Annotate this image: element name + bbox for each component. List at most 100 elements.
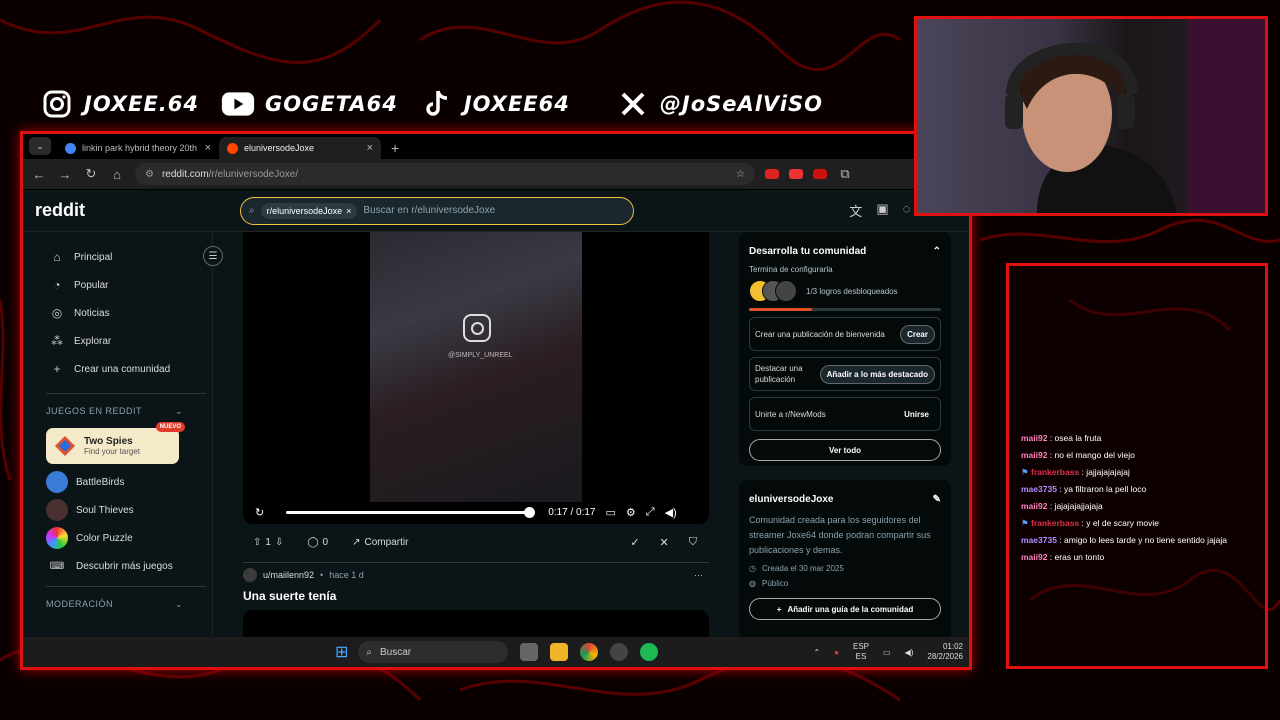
bookmark-star-icon[interactable]: ☆ [736, 169, 745, 180]
share-button[interactable]: ↗ Compartir [346, 534, 414, 551]
chrome-icon[interactable] [580, 643, 599, 661]
comments-button[interactable]: ◯ 0 [301, 534, 334, 551]
chat-icon[interactable]: ◌ [903, 201, 911, 220]
microphone-icon[interactable]: ● [834, 648, 839, 657]
post-media[interactable] [243, 610, 709, 637]
share-icon: ↗ [352, 536, 361, 548]
obs-icon[interactable] [610, 643, 629, 661]
volume-icon[interactable]: ◀) [905, 648, 914, 657]
language-indicator[interactable]: ESP ES [853, 642, 869, 662]
network-icon[interactable]: ▭ [883, 648, 891, 657]
collapse-sidebar-button[interactable]: ☰ [203, 246, 223, 266]
post-author[interactable]: u/maiilenn92 [263, 570, 314, 580]
ads-icon[interactable]: ▣ [876, 201, 888, 220]
sidebar-item-crear-comunidad[interactable]: + Crear una comunidad [23, 355, 212, 383]
close-tab-icon[interactable]: × [205, 142, 211, 154]
task-welcome-post: Crear una publicación de bienvenida Crea… [749, 317, 941, 351]
achievement-badges [749, 280, 797, 302]
card-title: Desarrolla tu comunidad [749, 246, 867, 257]
video-time: 0:17 / 0:17 [548, 506, 596, 518]
game-item[interactable]: Color Puzzle [23, 524, 212, 552]
chip-close-icon[interactable]: × [346, 206, 351, 216]
volume-icon[interactable]: ◀) [665, 506, 677, 519]
site-info-icon[interactable]: ⚙ [145, 169, 154, 180]
create-button[interactable]: Crear [900, 324, 935, 344]
chat-text: : eras un tonto [1047, 552, 1105, 562]
game-label: Soul Thieves [76, 504, 134, 516]
sidebar-item-label: Popular [74, 279, 109, 291]
replay-icon[interactable]: ↻ [255, 506, 264, 519]
view-all-button[interactable]: Ver todo [749, 439, 941, 461]
youtube-handle: GOGETA64 [265, 92, 398, 116]
x-handle: @JoSeAlViSO [659, 92, 823, 116]
task-view-icon[interactable] [520, 643, 539, 661]
add-highlight-button[interactable]: Añadir a lo más destacado [819, 364, 935, 384]
sidebar-item-principal[interactable]: ⌂ Principal [23, 243, 212, 271]
home-icon[interactable]: ⌂ [109, 167, 125, 182]
shield-icon[interactable]: ⛉ [689, 536, 697, 549]
remove-icon[interactable]: ✕ [660, 536, 669, 549]
games-section-header[interactable]: JUEGOS EN REDDIT ⌄ [23, 406, 183, 420]
approve-icon[interactable]: ✓ [630, 536, 639, 549]
back-icon[interactable]: ← [31, 167, 47, 182]
fullscreen-icon[interactable]: ⤢ [646, 506, 655, 519]
settings-gear-icon[interactable]: ⚙ [626, 506, 636, 519]
achievements-row: 1/3 logros desbloqueados [749, 280, 941, 302]
windows-start-icon[interactable]: ⊞ [335, 642, 348, 662]
forward-icon[interactable]: → [57, 167, 73, 182]
vote-count: 1 [265, 536, 271, 548]
tab-reddit[interactable]: eluniversodeJoxe × [219, 137, 381, 159]
battlebirds-icon [46, 471, 68, 493]
reddit-logo[interactable]: reddit [35, 200, 240, 221]
more-options-icon[interactable]: ··· [694, 570, 703, 580]
featured-game-card[interactable]: Two Spies Find your target NUEVO [46, 422, 185, 464]
windows-taskbar: ⊞ ⌕ Buscar ⌃ ● ESP ES ▭ ◀) 01:02 28/2/2026 [23, 637, 969, 667]
chat-username: frankerbass [1030, 467, 1080, 477]
video-progress-bar[interactable] [286, 506, 536, 518]
cake-icon: ◷ [749, 564, 756, 573]
edit-pencil-icon[interactable]: ✎ [933, 494, 941, 505]
reddit-icon [227, 142, 238, 154]
avatar[interactable] [243, 568, 257, 582]
discover-games-link[interactable]: ⌨ Descubrir más juegos [23, 552, 212, 580]
close-tab-icon[interactable]: × [367, 142, 373, 154]
spotify-icon[interactable] [640, 643, 659, 661]
soul-thieves-icon [46, 499, 68, 521]
add-guide-button[interactable]: + Añadir una guía de la comunidad [749, 598, 941, 620]
game-item[interactable]: Soul Thieves [23, 496, 212, 524]
sidebar-item-explorar[interactable]: ⁂ Explorar [23, 327, 212, 355]
extension-icon[interactable] [789, 169, 803, 179]
clock[interactable]: 01:02 28/2/2026 [927, 642, 963, 662]
post-title[interactable]: Una suerte tenía [243, 589, 336, 603]
task-label: Unirte a r/NewMods [755, 409, 826, 419]
taskbar-search[interactable]: ⌕ Buscar [358, 641, 509, 663]
chevron-up-icon[interactable]: ⌃ [933, 246, 941, 257]
sidebar-item-noticias[interactable]: ◎ Noticias [23, 299, 212, 327]
sidebar-item-label: Noticias [74, 307, 110, 319]
join-button[interactable]: Unirse [898, 406, 935, 423]
sidebar-item-popular[interactable]: ◔ Popular [23, 271, 212, 299]
moderation-section-header[interactable]: MODERACIÓN ⌄ [23, 599, 183, 613]
address-bar[interactable]: ⚙ reddit.com/r/eluniversodeJoxe/ ☆ [135, 163, 755, 185]
share-label: Compartir [364, 536, 409, 548]
extensions-puzzle-icon[interactable]: ⧉ [837, 166, 853, 182]
translate-icon[interactable]: 文 [849, 201, 862, 220]
downvote-icon[interactable]: ⇩ [275, 537, 283, 548]
captions-icon[interactable]: ▭ [605, 506, 615, 519]
chevron-up-icon[interactable]: ⌃ [813, 648, 820, 657]
upvote-icon[interactable]: ⇧ [253, 537, 261, 548]
x-icon [616, 87, 650, 121]
extension-icon[interactable] [813, 169, 827, 179]
new-tab-button[interactable]: + [381, 140, 409, 159]
video-player[interactable]: @SIMPLY_UNREEL ↻ 0:17 / 0:17 ▭ ⚙ ⤢ ◀) [243, 232, 709, 524]
tab-linkin-park[interactable]: linkin park hybrid theory 20th a × [57, 137, 219, 159]
extension-icon[interactable] [765, 169, 779, 179]
game-item[interactable]: BattleBirds [23, 468, 212, 496]
search-input[interactable]: ⌕ r/eluniversodeJoxe × Buscar en r/eluni… [240, 196, 634, 225]
subreddit-chip[interactable]: r/eluniversodeJoxe × [260, 202, 358, 219]
reload-icon[interactable]: ↻ [83, 166, 99, 182]
tab-bar: ⌄ linkin park hybrid theory 20th a × elu… [23, 134, 969, 159]
tab-search-icon[interactable]: ⌄ [29, 137, 51, 155]
file-explorer-icon[interactable] [550, 643, 569, 661]
globe-icon: ◍ [749, 579, 756, 588]
